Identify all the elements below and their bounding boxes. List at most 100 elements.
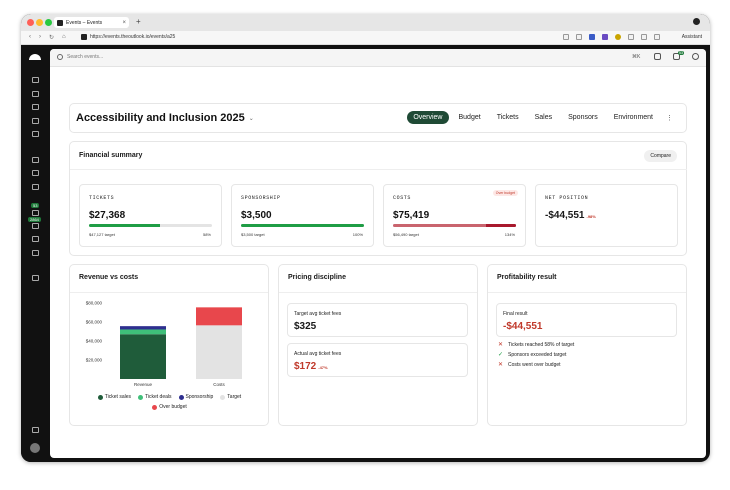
- tab-environment[interactable]: Environment: [608, 111, 659, 124]
- site-info-icon[interactable]: ⌂: [62, 34, 66, 41]
- folder-icon[interactable]: [32, 275, 39, 281]
- site-favicon-icon: [81, 34, 87, 40]
- sidebar-badge: 53: [31, 203, 40, 208]
- page-title[interactable]: Accessibility and Inclusion 2025 ⌄: [76, 112, 254, 124]
- metric-tickets[interactable]: TICKETS $27,368 $47,127 target 58%: [79, 184, 222, 247]
- list-item: ✕ Costs went over budget: [498, 362, 574, 369]
- target-fee-card: Target avg ticket fees $325: [287, 303, 468, 337]
- target-fee-label: Target avg ticket fees: [294, 311, 342, 317]
- close-tab-icon[interactable]: ×: [122, 20, 126, 26]
- grid-icon[interactable]: [32, 236, 39, 242]
- notifications-icon[interactable]: 53: [673, 51, 684, 60]
- cross-icon: ✕: [498, 342, 504, 348]
- menu-icon[interactable]: [654, 34, 660, 40]
- bar-segment[interactable]: [196, 307, 242, 326]
- metric-label: COSTS: [393, 195, 412, 201]
- more-options-icon[interactable]: ⋮: [663, 114, 676, 122]
- avatar[interactable]: [30, 443, 40, 453]
- tab-sponsors[interactable]: Sponsors: [562, 111, 604, 124]
- ticket-icon[interactable]: [32, 104, 39, 110]
- net-position-value: -$44,551: [545, 210, 585, 221]
- cloud-icon[interactable]: [654, 53, 661, 60]
- star-icon[interactable]: [563, 34, 569, 40]
- gear-icon[interactable]: [692, 53, 699, 60]
- bar-segment[interactable]: [120, 326, 166, 330]
- tab-tickets[interactable]: Tickets: [491, 111, 525, 124]
- ticket-icon[interactable]: [32, 118, 39, 124]
- new-tab-button[interactable]: +: [136, 17, 141, 26]
- divider: [70, 169, 687, 170]
- progress-bar: [241, 224, 364, 227]
- address-bar[interactable]: https://events.theoutlook.io/events/a25: [81, 34, 175, 40]
- extension-yellow-icon[interactable]: [615, 34, 621, 40]
- calendar-icon[interactable]: [32, 77, 39, 83]
- close-window-button[interactable]: [27, 19, 34, 26]
- metric-sponsorship[interactable]: SPONSORSHIP $3,500 $3,500 target 100%: [231, 184, 374, 247]
- ticket-icon[interactable]: [32, 131, 39, 137]
- assistant-button[interactable]: Assistant: [682, 34, 702, 40]
- final-result-value: -$44,551: [503, 321, 542, 332]
- app-logo-icon[interactable]: [29, 54, 41, 60]
- profile-icon[interactable]: [693, 18, 700, 25]
- downloads-icon[interactable]: [641, 34, 647, 40]
- tab-overview[interactable]: Overview: [407, 111, 449, 124]
- ticket-icon[interactable]: [32, 184, 39, 190]
- search-input[interactable]: Search events...: [67, 54, 103, 60]
- maximize-window-button[interactable]: [45, 19, 52, 26]
- panel-toggle-icon[interactable]: [32, 427, 39, 433]
- browser-toolbar: ‹ › ↻ ⌂ https://events.theoutlook.io/eve…: [21, 31, 710, 45]
- forward-icon[interactable]: ›: [39, 34, 41, 41]
- minimize-window-button[interactable]: [36, 19, 43, 26]
- legend-item: Ticket deals: [138, 394, 172, 400]
- card-icon[interactable]: [32, 250, 39, 256]
- browser-tab[interactable]: Events – Events ×: [54, 17, 129, 28]
- progress-over-fill: [486, 224, 516, 227]
- chart-icon[interactable]: [32, 157, 39, 163]
- event-title-text: Accessibility and Inclusion 2025: [76, 112, 245, 124]
- actual-fee-delta: -47%: [318, 365, 328, 370]
- divider: [488, 292, 686, 293]
- tab-title: Events – Events: [66, 19, 103, 26]
- pricing-discipline-card: Pricing discipline Target avg ticket fee…: [278, 264, 478, 426]
- legend-swatch: [138, 394, 143, 400]
- back-icon[interactable]: ‹: [29, 34, 31, 41]
- metric-value: $3,500: [241, 210, 272, 221]
- chevron-down-icon[interactable]: ⌄: [249, 115, 254, 122]
- extension-blue-icon[interactable]: [589, 34, 595, 40]
- target-fee-amount: $325: [294, 321, 317, 332]
- extension-purple-icon[interactable]: [602, 34, 608, 40]
- section-title: Revenue vs costs: [79, 274, 139, 281]
- bar-segment[interactable]: [120, 329, 166, 335]
- x-tick-label: Costs: [213, 382, 225, 387]
- revenue-costs-chart: $20,000 $40,000 $60,000 $80,000 Revenue Costs: [86, 301, 242, 387]
- extension-icons: [563, 34, 660, 40]
- chart-legend: Ticket sales Ticket deals Sponsorship Ta…: [70, 394, 269, 414]
- cross-icon: ✕: [498, 362, 504, 368]
- metric-costs[interactable]: COSTS Over budget $75,419 $56,490 target…: [383, 184, 526, 247]
- browser-window: Events – Events × + ‹ › ↻ ⌂ https://even…: [21, 14, 710, 462]
- cloud-icon[interactable]: [32, 210, 39, 216]
- tab-budget[interactable]: Budget: [453, 111, 487, 124]
- legend-label: Ticket sales: [104, 394, 131, 400]
- ticket-icon[interactable]: [32, 91, 39, 97]
- bar-segment[interactable]: [196, 325, 242, 379]
- ticket-icon[interactable]: [32, 170, 39, 176]
- reload-icon[interactable]: ↻: [49, 34, 54, 41]
- actual-fee-label: Actual avg ticket fees: [294, 351, 342, 357]
- translate-icon[interactable]: [576, 34, 582, 40]
- legend-item: Target: [220, 394, 241, 400]
- progress-bar: [393, 224, 516, 227]
- transfer-icon[interactable]: [32, 223, 39, 229]
- legend-swatch: [220, 394, 226, 400]
- legend-label: Sponsorship: [185, 394, 214, 400]
- search-icon: [57, 54, 63, 60]
- bar-segment[interactable]: [120, 334, 166, 379]
- url-text: https://events.theoutlook.io/events/a25: [90, 34, 176, 40]
- search-bar[interactable]: Search events...: [57, 54, 103, 60]
- legend-swatch: [178, 394, 184, 400]
- metric-net-position[interactable]: NET POSITION -$44,551 -98%: [535, 184, 678, 247]
- search-shortcut: ⌘K: [632, 54, 641, 60]
- extension-gray-icon[interactable]: [628, 34, 634, 40]
- tab-sales[interactable]: Sales: [529, 111, 559, 124]
- compare-button[interactable]: Compare: [644, 150, 677, 162]
